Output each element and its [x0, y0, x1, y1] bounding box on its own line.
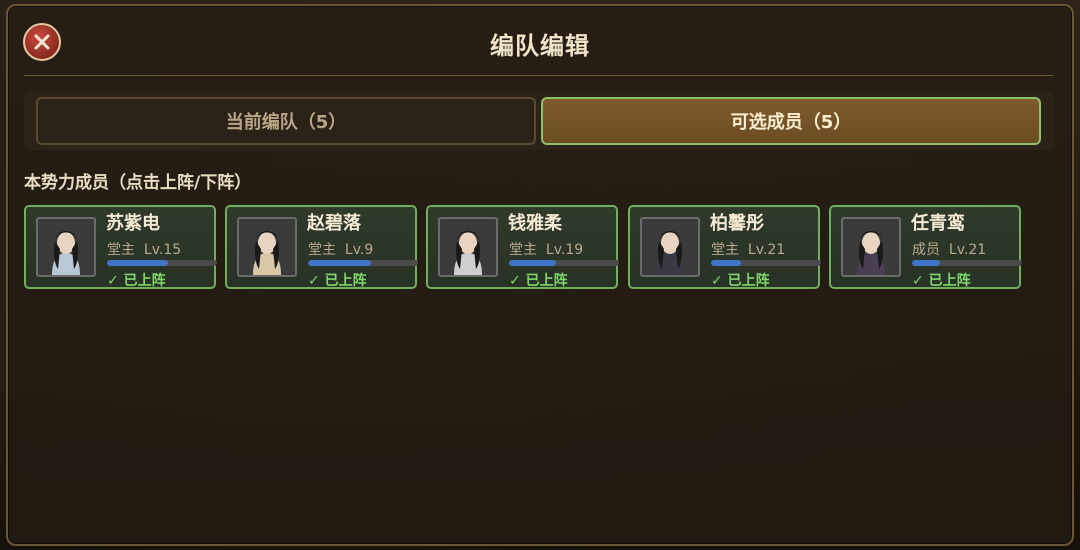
member-level: Lv.15	[143, 242, 182, 258]
tab-current-formation[interactable]: 当前编队（5）	[36, 97, 536, 145]
portrait-icon	[36, 217, 96, 277]
member-role-level: 堂主 Lv.19	[509, 239, 583, 259]
member-level: Lv.9	[344, 242, 374, 258]
member-name: 任青鸾	[911, 213, 965, 234]
portrait-icon	[841, 217, 901, 277]
progress-bar	[308, 260, 418, 266]
progress-fill	[912, 260, 940, 266]
status-label: ✓ 已上阵	[912, 273, 971, 289]
member-level: Lv.19	[545, 242, 584, 258]
progress-fill	[711, 260, 741, 266]
status-label: ✓ 已上阵	[308, 273, 367, 289]
member-card[interactable]: 钱雅柔 堂主 Lv.19 ✓ 已上阵	[426, 205, 619, 289]
title-divider	[24, 75, 1054, 76]
portrait-icon	[237, 217, 297, 277]
tab-available-members[interactable]: 可选成员（5）	[541, 97, 1041, 145]
member-role: 堂主	[107, 242, 135, 258]
member-level: Lv.21	[747, 242, 786, 258]
section-label: 本势力成员（点击上阵/下阵）	[24, 173, 252, 193]
member-card[interactable]: 柏馨彤 堂主 Lv.21 ✓ 已上阵	[628, 205, 821, 289]
page-title: 编队编辑	[490, 32, 590, 60]
member-role-level: 成员 Lv.21	[912, 239, 986, 259]
member-role: 堂主	[308, 242, 336, 258]
portrait-icon	[438, 217, 498, 277]
progress-fill	[509, 260, 557, 266]
status-label: ✓ 已上阵	[711, 273, 770, 289]
member-role-level: 堂主 Lv.9	[308, 239, 373, 259]
member-level: Lv.21	[948, 242, 987, 258]
member-card[interactable]: 苏紫电 堂主 Lv.15 ✓ 已上阵	[24, 205, 217, 289]
progress-bar	[509, 260, 619, 266]
member-name: 赵碧落	[307, 213, 361, 234]
progress-fill	[107, 260, 168, 266]
member-role-level: 堂主 Lv.15	[107, 239, 181, 259]
status-label: ✓ 已上阵	[107, 273, 166, 289]
member-card[interactable]: 任青鸾 成员 Lv.21 ✓ 已上阵	[829, 205, 1022, 289]
progress-bar	[711, 260, 821, 266]
member-role: 成员	[912, 242, 940, 258]
member-name: 柏馨彤	[710, 213, 764, 234]
progress-fill	[308, 260, 371, 266]
progress-bar	[107, 260, 217, 266]
member-role: 堂主	[711, 242, 739, 258]
member-role: 堂主	[509, 242, 537, 258]
progress-bar	[912, 260, 1022, 266]
member-role-level: 堂主 Lv.21	[711, 239, 785, 259]
member-card[interactable]: 赵碧落 堂主 Lv.9 ✓ 已上阵	[225, 205, 418, 289]
member-name: 苏紫电	[106, 213, 160, 234]
member-name: 钱雅柔	[508, 213, 562, 234]
portrait-icon	[640, 217, 700, 277]
status-label: ✓ 已上阵	[509, 273, 568, 289]
